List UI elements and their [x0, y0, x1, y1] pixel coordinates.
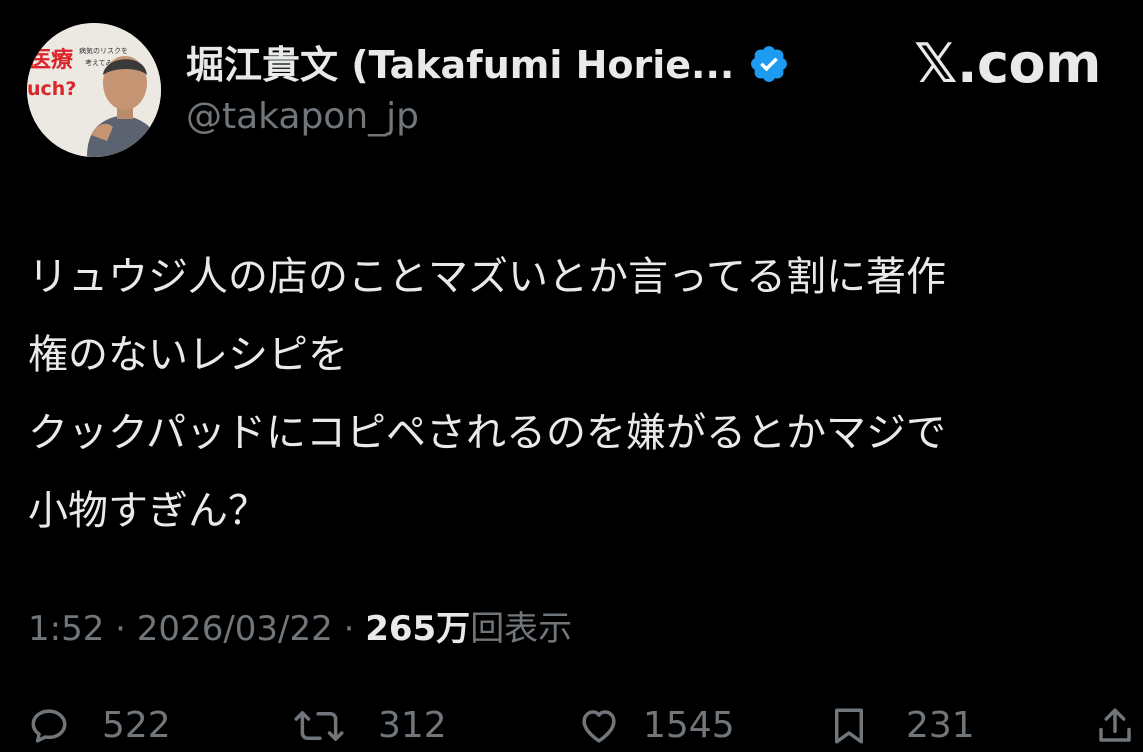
- avatar[interactable]: 医療 uch? 病気のリスクを 考えてみた: [27, 23, 161, 157]
- like-button[interactable]: 1545: [577, 700, 735, 752]
- bookmark-icon: [835, 708, 863, 744]
- tweet-time[interactable]: 1:52: [28, 609, 104, 649]
- avatar-image: 医療 uch? 病気のリスクを 考えてみた: [27, 23, 161, 157]
- views-count[interactable]: 265万: [365, 609, 470, 649]
- action-bar: 522 312 1545 231: [0, 700, 1143, 752]
- avatar-book-caption-1: 病気のリスクを: [79, 46, 128, 55]
- x-com-logo: 𝕏.com: [914, 32, 1101, 95]
- avatar-book-subtitle: uch?: [27, 78, 76, 100]
- meta-separator: ·: [332, 609, 366, 649]
- author-display-name[interactable]: 堀江貴文 (Takafumi Horie...: [186, 37, 734, 93]
- meta-separator: ·: [104, 609, 137, 649]
- tweet-line: 小物すぎん？: [28, 488, 268, 534]
- repost-button[interactable]: 312: [288, 700, 447, 752]
- tweet-meta: 1:52 · 2026/03/22 · 265万回表示: [28, 603, 572, 655]
- author-handle[interactable]: @takapon_jp: [186, 92, 419, 142]
- reply-button[interactable]: 522: [28, 700, 171, 752]
- tweet-line: リュウジ人の店のことマズいとか言ってる割に著作: [28, 254, 946, 300]
- avatar-book-title: 医療: [29, 47, 73, 73]
- reply-icon: [31, 709, 67, 743]
- share-button[interactable]: [1094, 700, 1136, 752]
- share-icon: [1099, 708, 1131, 742]
- heart-icon: [582, 710, 616, 743]
- tweet-line: 権のないレシピを: [28, 332, 348, 378]
- repost-icon: [294, 711, 344, 741]
- bookmark-button[interactable]: 231: [828, 700, 975, 752]
- views-label: 回表示: [470, 609, 573, 649]
- tweet-date[interactable]: 2026/03/22: [137, 609, 333, 649]
- verified-badge-icon: [751, 46, 787, 82]
- reply-count: 522: [102, 705, 171, 746]
- repost-count: 312: [378, 705, 447, 746]
- bookmark-count: 231: [906, 705, 975, 746]
- like-count: 1545: [643, 705, 735, 746]
- tweet-line: クックパッドにコピペされるのを嫌がるとかマジで: [28, 410, 946, 456]
- tweet-text: リュウジ人の店のことマズいとか言ってる割に著作 権のないレシピを クックパッドに…: [28, 238, 1133, 550]
